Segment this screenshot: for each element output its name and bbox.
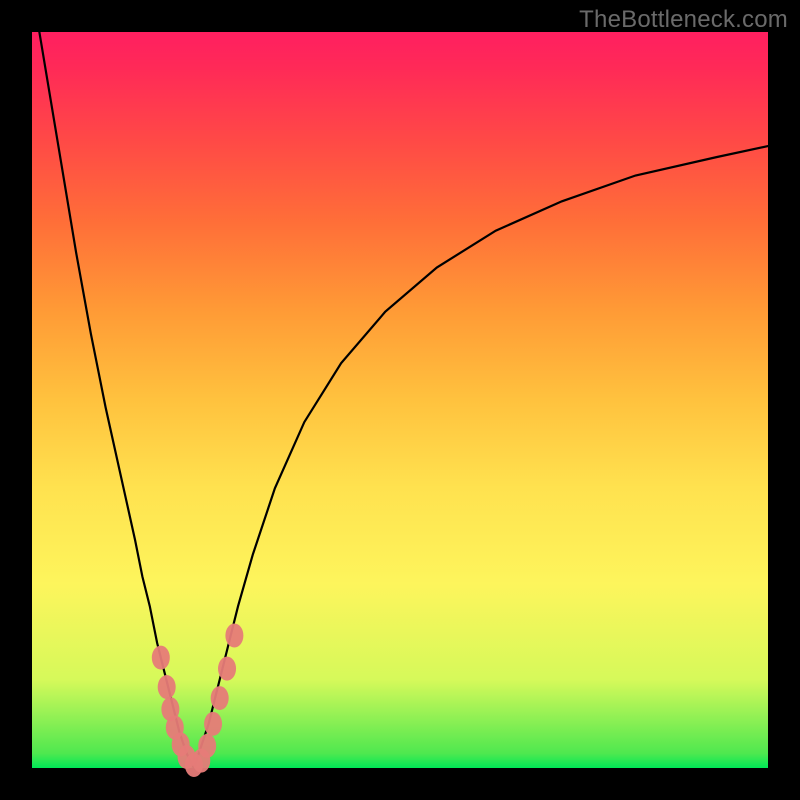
data-marker [158, 675, 176, 699]
data-marker [225, 624, 243, 648]
data-marker [218, 657, 236, 681]
markers-group [152, 624, 244, 778]
chart-frame: TheBottleneck.com [0, 0, 800, 800]
curve-left-branch [39, 32, 194, 768]
plot-area [32, 32, 768, 768]
data-marker [198, 734, 216, 758]
curve-right-branch [194, 146, 768, 768]
curve-group [39, 32, 768, 768]
data-marker [152, 646, 170, 670]
data-marker [211, 686, 229, 710]
data-marker [204, 712, 222, 736]
watermark-text: TheBottleneck.com [579, 6, 788, 34]
chart-svg [32, 32, 768, 768]
